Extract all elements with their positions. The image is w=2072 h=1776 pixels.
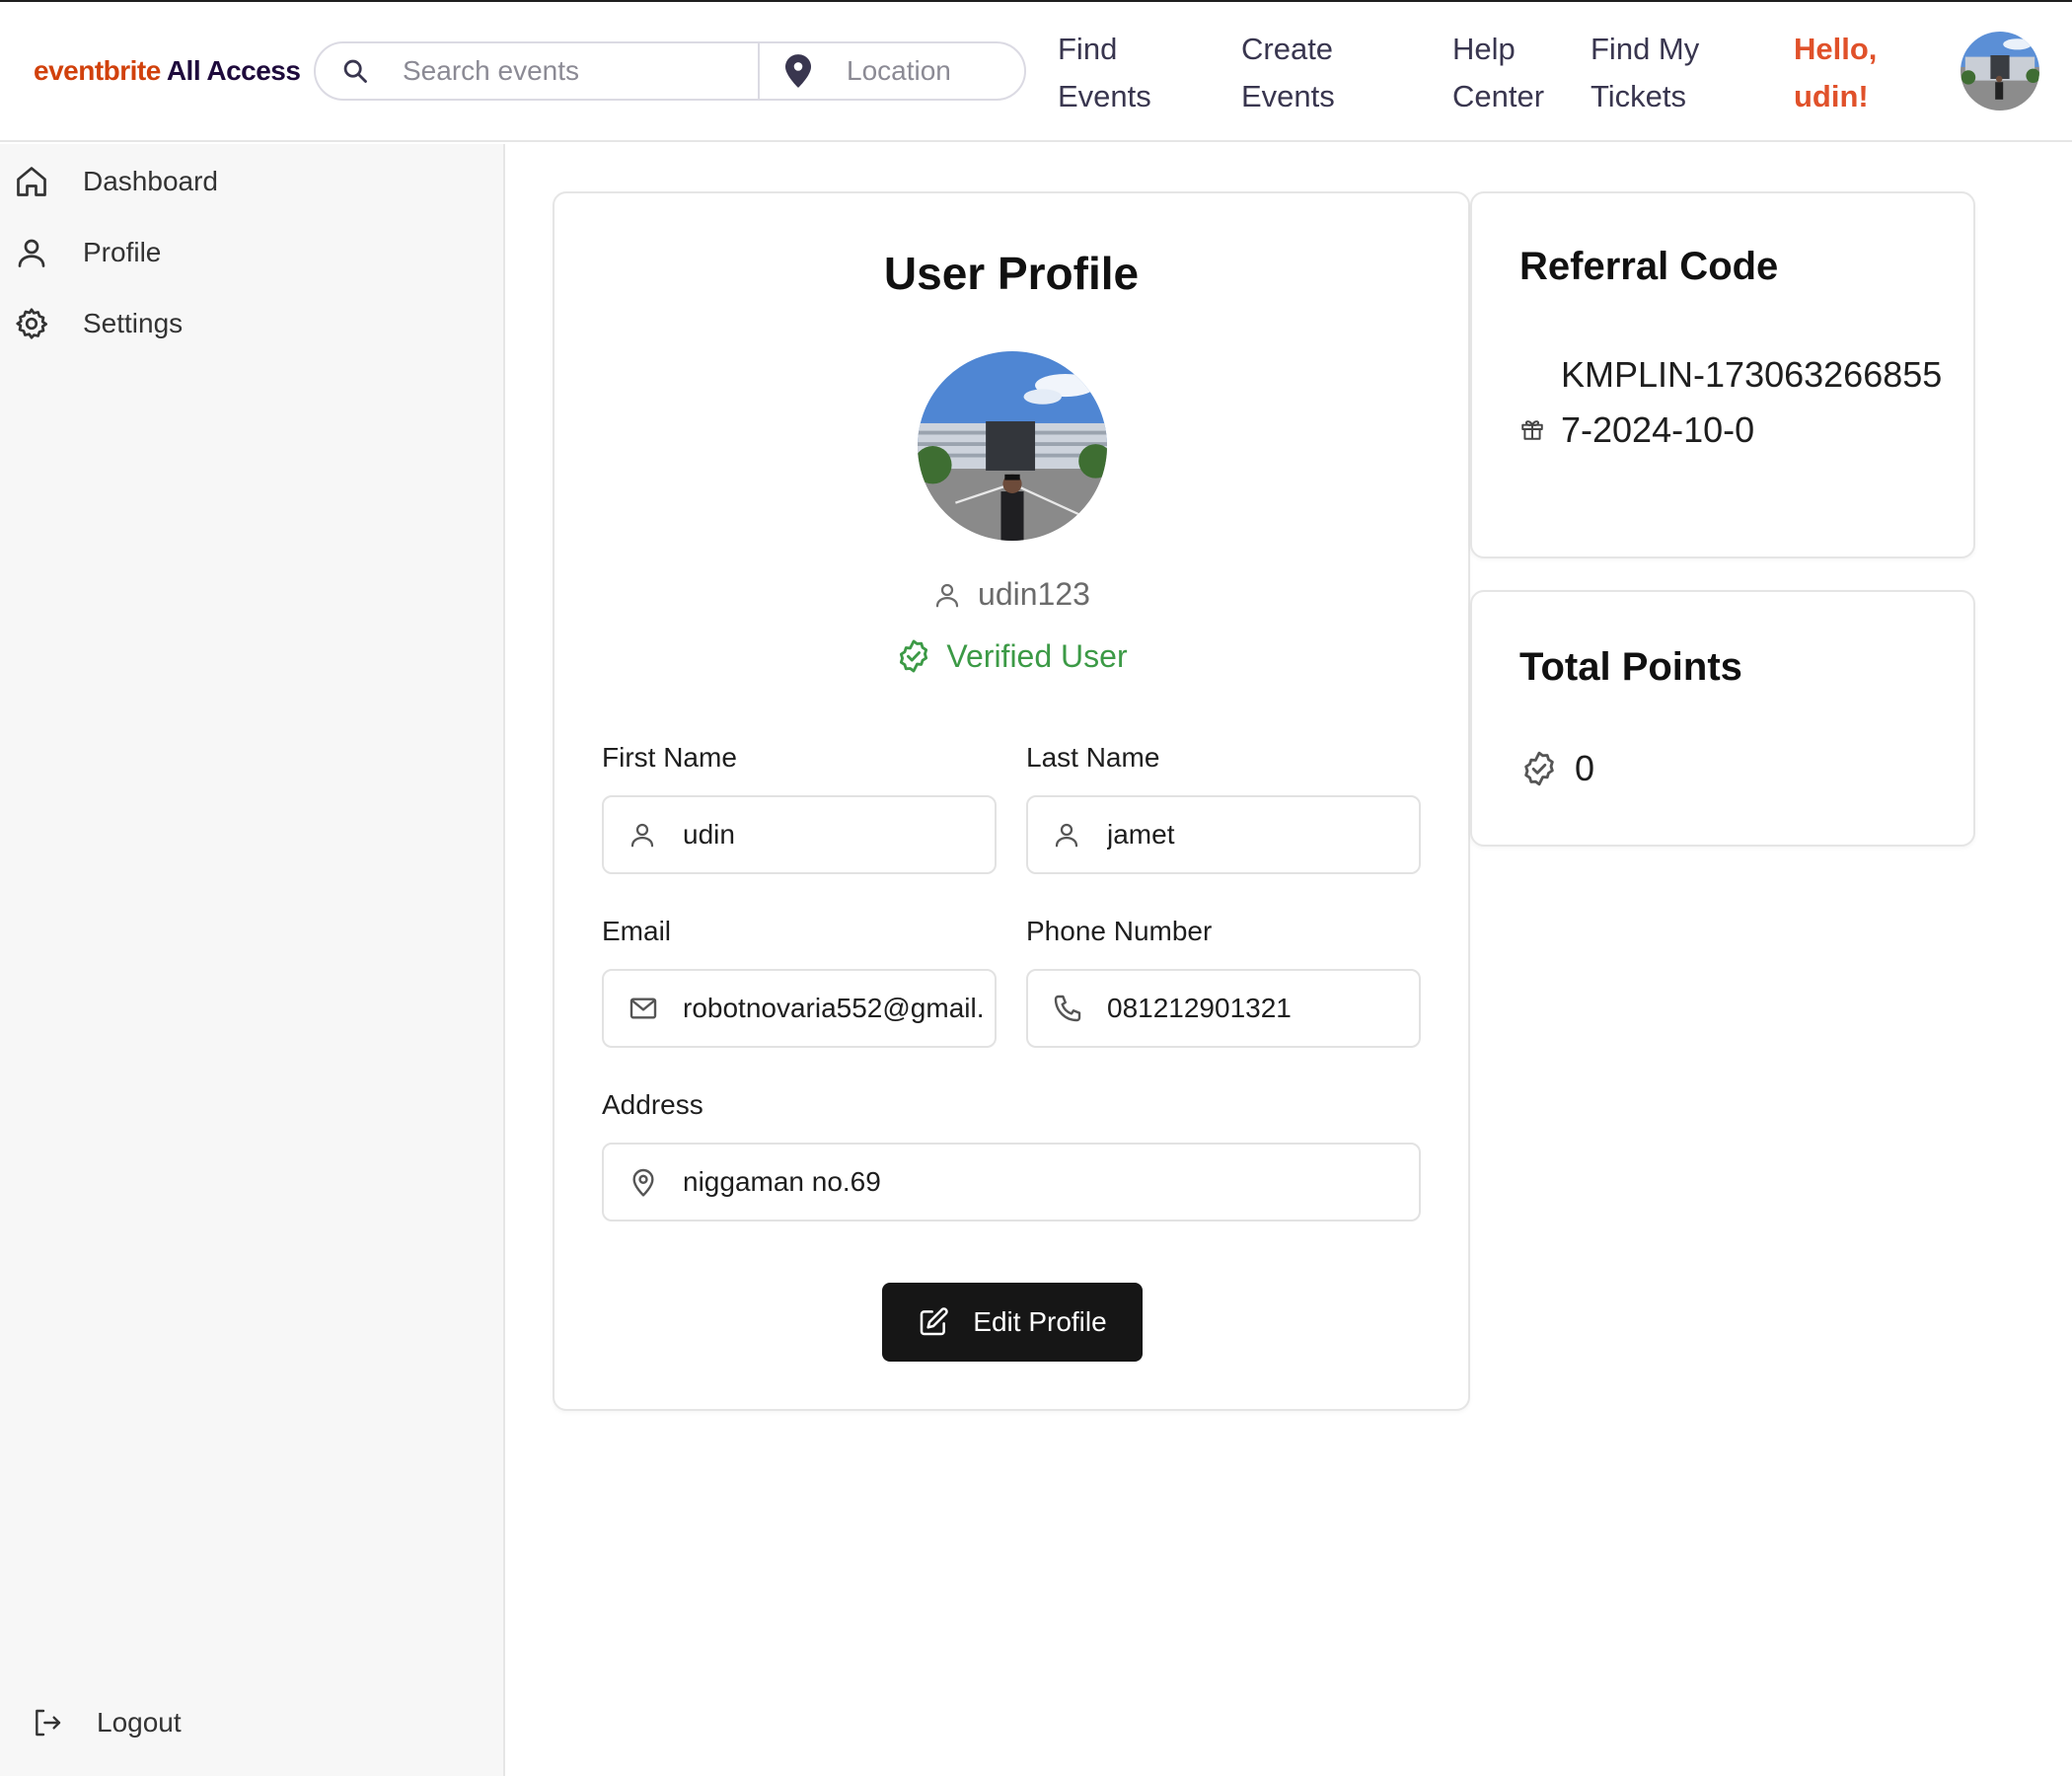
- mail-icon: [629, 998, 657, 1019]
- user-icon: [630, 823, 654, 848]
- logout-icon: [36, 1709, 61, 1737]
- location-pin-icon: [785, 54, 811, 88]
- points-title: Total Points: [1519, 645, 1742, 689]
- sidebar-item-label: Dashboard: [83, 166, 218, 196]
- greeting-line2: udin!: [1794, 79, 1869, 113]
- nav-create-events[interactable]: Create Events: [1241, 26, 1335, 120]
- address-label: Address: [602, 1089, 703, 1120]
- verified-label: Verified User: [946, 637, 1128, 674]
- sidebar-item-label: Profile: [83, 237, 162, 267]
- first-name-label: First Name: [602, 742, 737, 773]
- last-name-input[interactable]: [1028, 797, 1419, 872]
- nav-find-my-tickets[interactable]: Find My Tickets: [1591, 26, 1699, 120]
- user-icon: [18, 239, 45, 267]
- location-pin-icon: [632, 1168, 654, 1197]
- nav-help-center[interactable]: Help Center: [1452, 26, 1544, 120]
- greeting: Hello, udin!: [1794, 26, 1877, 120]
- nav-find-my-tickets-line2: Tickets: [1591, 79, 1687, 113]
- first-name-input[interactable]: [604, 797, 995, 872]
- phone-input[interactable]: [1028, 971, 1419, 1046]
- logout-label: Logout: [97, 1707, 182, 1738]
- referral-code-card: Referral Code KMPLIN-1730632668557-2024-…: [1470, 191, 1975, 558]
- search-icon: [343, 59, 367, 83]
- points-row: 0: [1519, 748, 1594, 789]
- search-bar: [314, 41, 1026, 101]
- logo-brand: eventbrite: [34, 55, 161, 86]
- first-name-field: [602, 795, 997, 874]
- nav-create-events-line1: Create: [1241, 32, 1334, 66]
- search-events-input[interactable]: [316, 43, 758, 99]
- nav-find-events-line1: Find: [1058, 32, 1118, 66]
- total-points-card: Total Points 0: [1470, 590, 1975, 847]
- phone-field: [1026, 969, 1421, 1048]
- logo-sub: All Access: [166, 55, 301, 86]
- header-avatar[interactable]: [1961, 32, 2039, 111]
- sidebar-item-label: Settings: [83, 308, 184, 338]
- nav-help-center-line2: Center: [1452, 79, 1545, 113]
- verified-badge: Verified User: [555, 637, 1468, 675]
- last-name-field: [1026, 795, 1421, 874]
- sidebar-item-profile[interactable]: Profile: [14, 235, 161, 270]
- verified-check-icon: [900, 639, 928, 673]
- last-name-label: Last Name: [1026, 742, 1160, 773]
- page-title: User Profile: [883, 248, 1140, 299]
- edit-profile-label: Edit Profile: [973, 1306, 1107, 1337]
- username-row: udin123: [555, 576, 1468, 613]
- greeting-line1: Hello,: [1794, 32, 1878, 66]
- gear-icon: [16, 308, 48, 339]
- eventbrite-logo[interactable]: eventbrite All Access: [34, 55, 301, 87]
- home-icon: [17, 167, 46, 196]
- email-label: Email: [602, 916, 672, 946]
- logout-button[interactable]: Logout: [32, 1707, 182, 1739]
- email-field: [602, 969, 997, 1048]
- nav-help-center-line1: Help: [1452, 32, 1516, 66]
- referral-code-value: KMPLIN-1730632668557-2024-10-0: [1561, 354, 1943, 450]
- nav-find-events[interactable]: Find Events: [1058, 26, 1151, 120]
- profile-avatar: [918, 351, 1107, 541]
- referral-title: Referral Code: [1519, 245, 1779, 288]
- email-input[interactable]: [604, 971, 995, 1046]
- location-section: [760, 43, 1024, 99]
- sidebar-item-settings[interactable]: Settings: [14, 306, 183, 341]
- phone-icon: [1054, 995, 1081, 1022]
- address-input[interactable]: [604, 1145, 1419, 1220]
- badge-check-icon: [1524, 751, 1554, 786]
- nav-find-events-line2: Events: [1058, 79, 1151, 113]
- address-field: [602, 1143, 1421, 1221]
- points-value: 0: [1575, 748, 1595, 788]
- username: udin123: [978, 576, 1090, 612]
- phone-label: Phone Number: [1026, 916, 1213, 946]
- gift-icon: [1521, 420, 1543, 440]
- top-header: eventbriteAll Access Find Events Create …: [0, 2, 2072, 142]
- sidebar-item-dashboard[interactable]: Dashboard: [14, 164, 218, 199]
- edit-profile-button[interactable]: Edit Profile: [882, 1283, 1143, 1362]
- nav-create-events-line2: Events: [1241, 79, 1335, 113]
- sidebar: Dashboard Profile Settings Logout: [0, 144, 505, 1776]
- search-events-section: [316, 43, 760, 99]
- user-icon: [935, 583, 959, 607]
- user-icon: [1055, 823, 1078, 848]
- user-profile-card: User Profile udin123 Verified User First: [553, 191, 1470, 1411]
- edit-icon: [921, 1307, 949, 1336]
- nav-find-my-tickets-line1: Find My: [1591, 32, 1700, 66]
